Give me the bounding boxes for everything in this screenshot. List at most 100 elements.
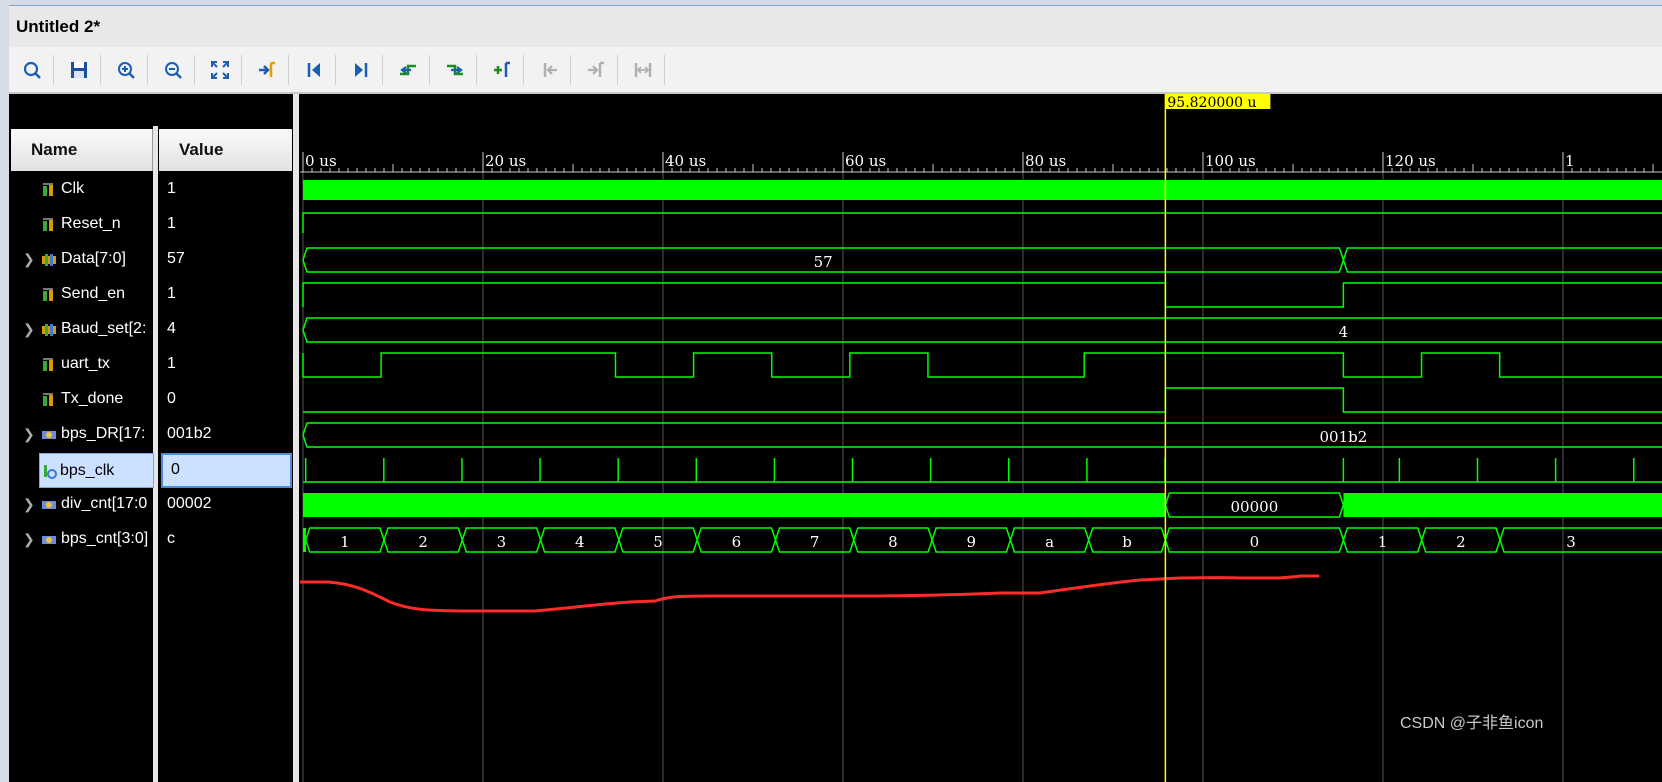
previous-transition-button[interactable] [393, 55, 423, 85]
signal-value: 57 [167, 250, 185, 267]
reset-n-waveform [302, 212, 1662, 233]
bps-cnt-value: 6 [732, 533, 742, 551]
zoom-out-icon [165, 62, 182, 79]
signal-row-bpsdr17[interactable]: ❯ bps_DR[17: [11, 417, 152, 452]
wire-signal-icon [43, 288, 53, 301]
signal-value-cell[interactable]: 1 [159, 207, 292, 242]
toolbar-separator [288, 55, 289, 85]
signal-name: bps_cnt[3:0] [61, 530, 149, 547]
bps-cnt-value: 2 [1456, 533, 1466, 551]
signal-name: uart_tx [61, 355, 110, 372]
search-icon [23, 61, 41, 79]
signal-value-cell[interactable]: 1 [159, 172, 292, 207]
toolbar-separator [382, 55, 383, 85]
send-en-waveform [302, 282, 1662, 308]
swap-cursors-icon [634, 63, 652, 77]
zoom-in-icon [118, 62, 135, 79]
bps-cnt-value: 4 [575, 533, 585, 551]
ruler-tick-label: 0 us [305, 152, 337, 170]
signal-value-cell[interactable]: 0 [161, 453, 292, 488]
signal-row-txdone[interactable]: Tx_done [11, 382, 152, 417]
signal-name: Clk [61, 180, 85, 197]
wire-signal-icon [43, 218, 53, 231]
signal-value-cell[interactable]: c [159, 522, 292, 557]
signal-value-cell[interactable]: 57 [159, 242, 292, 277]
bps-cnt-value: 9 [966, 533, 976, 551]
ruler-tick-label: 60 us [845, 152, 886, 170]
bps-cnt-value: 3 [497, 533, 507, 551]
signal-name: bps_DR[17: [61, 425, 146, 442]
go-to-start-button[interactable] [299, 55, 329, 85]
toolbar-separator [194, 55, 195, 85]
signal-value-cell[interactable]: 001b2 [159, 417, 292, 452]
zoom-in-button[interactable] [111, 55, 141, 85]
signal-row-bpsclk[interactable]: bps_clk [39, 453, 154, 488]
chevron-right-icon[interactable]: ❯ [23, 496, 35, 513]
uart-tx-waveform [302, 352, 1662, 378]
toolbar-separator [241, 55, 242, 85]
bps-cnt-value: 2 [418, 533, 428, 551]
chevron-right-icon[interactable]: ❯ [23, 251, 35, 268]
signal-row-resetn[interactable]: Reset_n [11, 207, 152, 242]
waveform-view[interactable]: 0 us 20 us 40 us 60 us 80 us 100 us 120 us 1574… [300, 94, 1662, 782]
bps-cnt-value: 0 [1250, 533, 1260, 551]
go-to-end-icon [355, 63, 368, 77]
window-title-bar: Untitled 2* [9, 5, 1662, 48]
window-title: Untitled 2* [16, 17, 101, 36]
next-transition-icon [447, 64, 463, 76]
signal-value-cell[interactable]: 1 [159, 347, 292, 382]
zoom-fit-button[interactable] [205, 55, 235, 85]
bps-cnt-bus-segment [1499, 527, 1662, 553]
signal-row-data70[interactable]: ❯ Data[7:0] [11, 242, 152, 277]
zoom-out-button[interactable] [158, 55, 188, 85]
ruler-tick-label: 80 us [1025, 152, 1066, 170]
internal-bus-icon [42, 501, 56, 509]
signal-row-divcnt170[interactable]: ❯ div_cnt[17:0 [11, 487, 152, 522]
go-to-cursor-button[interactable] [252, 55, 282, 85]
internal-wire-icon [44, 465, 57, 479]
swap-cursors-button [628, 55, 658, 85]
previous-marker-icon [543, 63, 557, 77]
bps-cnt-value: 8 [888, 533, 898, 551]
signal-row-baudset2[interactable]: ❯ Baud_set[2: [11, 312, 152, 347]
toolbar-separator [570, 55, 571, 85]
chevron-right-icon[interactable]: ❯ [23, 531, 35, 548]
cursor-time-label: 95.820000 u [1167, 95, 1256, 111]
ruler-tick-label: 20 us [485, 152, 526, 170]
internal-bus-icon [42, 431, 56, 439]
signal-row-senden[interactable]: Send_en [11, 277, 152, 312]
signal-row-uarttx[interactable]: uart_tx [11, 347, 152, 382]
baud-set-bus-segment [302, 317, 1662, 343]
bus-signal-icon [42, 254, 56, 266]
signal-name: Data[7:0] [61, 250, 126, 267]
toolbar-separator [476, 55, 477, 85]
go-to-end-button[interactable] [346, 55, 376, 85]
save-button[interactable] [64, 55, 94, 85]
zoom-fit-icon [211, 61, 229, 79]
panel-splitter[interactable] [293, 94, 299, 782]
bps-cnt-value: 1 [1378, 533, 1388, 551]
signal-value: 00002 [167, 495, 212, 512]
value-column-label: Value [179, 140, 224, 159]
add-marker-button[interactable] [487, 55, 517, 85]
chevron-right-icon[interactable]: ❯ [23, 321, 35, 338]
signal-value-cell[interactable]: 0 [159, 382, 292, 417]
name-column-header[interactable]: Name [11, 129, 153, 171]
value-column-header[interactable]: Value [159, 129, 292, 171]
signal-name: Send_en [61, 285, 126, 302]
search-button[interactable] [17, 55, 47, 85]
toolbar-separator [429, 55, 430, 85]
chevron-right-icon[interactable]: ❯ [23, 426, 35, 443]
signal-row-clk[interactable]: Clk [11, 172, 152, 207]
bps-cnt-value: 5 [653, 533, 663, 551]
signal-row-bpscnt30[interactable]: ❯ bps_cnt[3:0] [11, 522, 152, 557]
toolbar-separator [617, 55, 618, 85]
signal-value-cell[interactable]: 4 [159, 312, 292, 347]
waveform-toolbar [9, 47, 1662, 94]
previous-transition-icon [400, 64, 416, 76]
signal-value-cell[interactable]: 1 [159, 277, 292, 312]
signal-value-cell[interactable]: 00002 [159, 487, 292, 522]
next-transition-button[interactable] [440, 55, 470, 85]
ruler-tick-label: 1 [1565, 152, 1575, 170]
div-cnt-value: 00000 [1231, 498, 1279, 516]
